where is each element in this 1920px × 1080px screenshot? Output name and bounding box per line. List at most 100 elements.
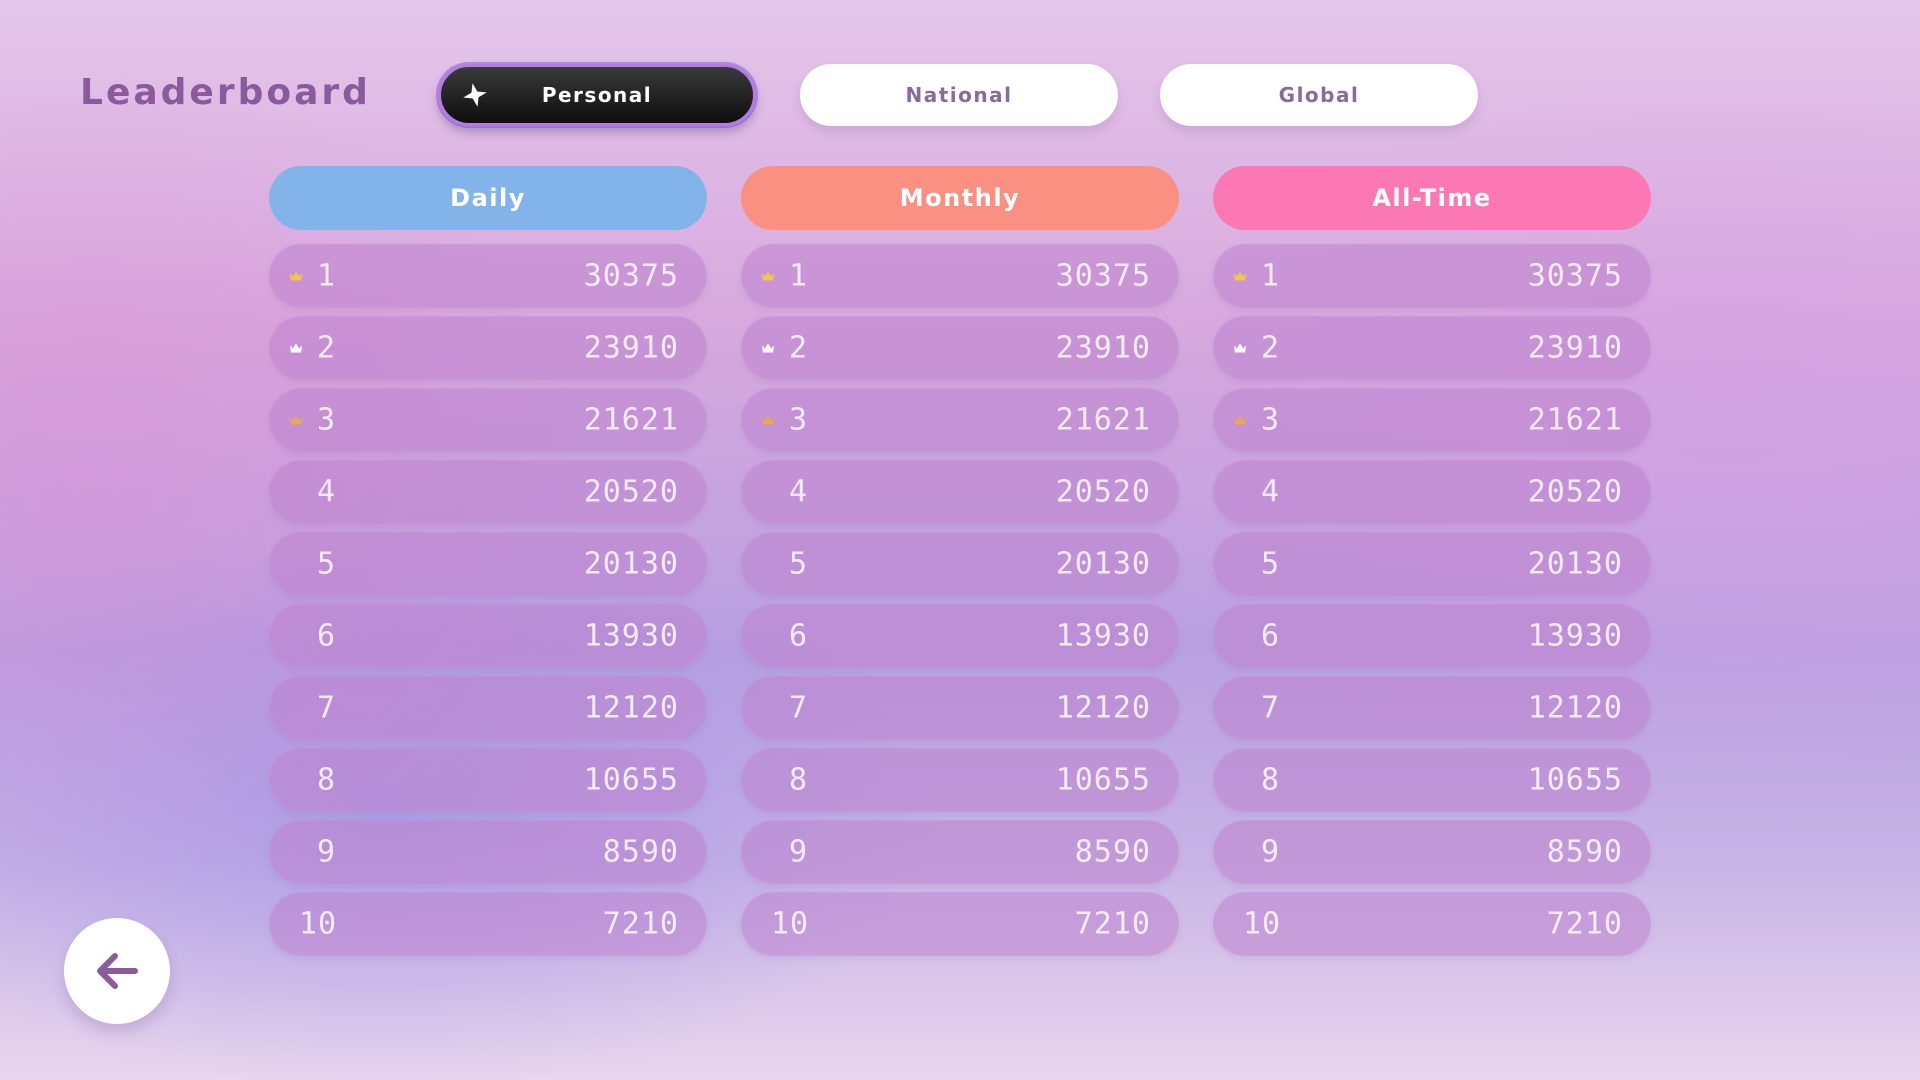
- score-value: 7210: [602, 906, 679, 942]
- score-value: 13930: [583, 618, 679, 654]
- leaderboard-row: 2 23910: [741, 316, 1179, 380]
- score-value: 23910: [1055, 330, 1151, 366]
- score-value: 12120: [1055, 690, 1151, 726]
- rank-number: 2: [789, 330, 809, 366]
- leaderboard-row: 9 8590: [269, 820, 707, 884]
- score-value: 8590: [1546, 834, 1623, 870]
- tab-global[interactable]: Global: [1160, 64, 1478, 126]
- tab-national[interactable]: National: [800, 64, 1118, 126]
- score-value: 20520: [1055, 474, 1151, 510]
- rank-number: 8: [1261, 762, 1281, 798]
- score-value: 20520: [583, 474, 679, 510]
- column-header-monthly[interactable]: Monthly: [741, 166, 1179, 230]
- leaderboard-row: 1 30375: [269, 244, 707, 308]
- score-value: 10655: [583, 762, 679, 798]
- score-value: 8590: [1074, 834, 1151, 870]
- score-value: 12120: [583, 690, 679, 726]
- crown-icon: [762, 415, 774, 425]
- crown-icon: [290, 343, 302, 353]
- score-value: 30375: [583, 258, 679, 294]
- score-value: 8590: [602, 834, 679, 870]
- column-monthly: Monthly 1 30375 2 23910 3 21621 4 20520 5 20130 6 1…: [741, 166, 1179, 964]
- column-header-all-time[interactable]: All-Time: [1213, 166, 1651, 230]
- leaderboard-row: 6 13930: [741, 604, 1179, 668]
- crown-icon: [290, 271, 302, 281]
- score-value: 7210: [1546, 906, 1623, 942]
- column-all-time: All-Time 1 30375 2 23910 3 21621 4 20520 5 20130 6…: [1213, 166, 1651, 964]
- tab-personal-label: Personal: [541, 83, 653, 107]
- rank-number: 10: [299, 906, 338, 942]
- rank-number: 5: [1261, 546, 1281, 582]
- leaderboard-row: 10 7210: [741, 892, 1179, 956]
- score-value: 21621: [1055, 402, 1151, 438]
- leaderboard-row: 1 30375: [741, 244, 1179, 308]
- leaderboard-row: 3 21621: [269, 388, 707, 452]
- leaderboard-row: 3 21621: [741, 388, 1179, 452]
- tab-national-label: National: [905, 83, 1013, 107]
- leaderboard-row: 6 13930: [269, 604, 707, 668]
- score-value: 7210: [1074, 906, 1151, 942]
- crown-icon: [1234, 271, 1246, 281]
- score-value: 20130: [1055, 546, 1151, 582]
- score-value: 20130: [583, 546, 679, 582]
- rank-number: 5: [317, 546, 337, 582]
- leaderboard-row: 5 20130: [741, 532, 1179, 596]
- leaderboard-row: 3 21621: [1213, 388, 1651, 452]
- rank-number: 4: [789, 474, 809, 510]
- leaderboard-row: 7 12120: [1213, 676, 1651, 740]
- score-value: 10655: [1527, 762, 1623, 798]
- score-value: 23910: [583, 330, 679, 366]
- crown-icon: [762, 343, 774, 353]
- rank-number: 9: [789, 834, 809, 870]
- rank-number: 3: [1261, 402, 1281, 438]
- leaderboard-list-daily: 1 30375 2 23910 3 21621 4 20520 5 20130 6 13930 7 121…: [269, 244, 707, 956]
- crown-icon: [1234, 415, 1246, 425]
- back-button[interactable]: [64, 918, 170, 1024]
- rank-number: 6: [317, 618, 337, 654]
- score-value: 23910: [1527, 330, 1623, 366]
- rank-number: 4: [1261, 474, 1281, 510]
- score-value: 21621: [583, 402, 679, 438]
- leaderboard-row: 8 10655: [269, 748, 707, 812]
- leaderboard-list-all-time: 1 30375 2 23910 3 21621 4 20520 5 20130 6 13930 7 121…: [1213, 244, 1651, 956]
- sparkle-icon: [463, 83, 487, 107]
- score-value: 30375: [1055, 258, 1151, 294]
- crown-icon: [762, 271, 774, 281]
- rank-number: 8: [317, 762, 337, 798]
- score-value: 30375: [1527, 258, 1623, 294]
- score-value: 13930: [1055, 618, 1151, 654]
- rank-number: 2: [317, 330, 337, 366]
- rank-number: 10: [771, 906, 810, 942]
- leaderboard-row: 8 10655: [1213, 748, 1651, 812]
- score-value: 20130: [1527, 546, 1623, 582]
- leaderboard-row: 5 20130: [1213, 532, 1651, 596]
- leaderboard-row: 1 30375: [1213, 244, 1651, 308]
- arrow-left-icon: [97, 953, 138, 989]
- leaderboard-row: 4 20520: [741, 460, 1179, 524]
- leaderboard-row: 8 10655: [741, 748, 1179, 812]
- score-value: 10655: [1055, 762, 1151, 798]
- rank-number: 7: [317, 690, 337, 726]
- rank-number: 7: [789, 690, 809, 726]
- leaderboard-list-monthly: 1 30375 2 23910 3 21621 4 20520 5 20130 6 13930 7 121…: [741, 244, 1179, 956]
- rank-number: 3: [789, 402, 809, 438]
- leaderboard-row: 10 7210: [1213, 892, 1651, 956]
- rank-number: 9: [317, 834, 337, 870]
- tab-personal[interactable]: Personal: [438, 64, 756, 126]
- column-daily: Daily 1 30375 2 23910 3 21621 4 20520 5 20130 6 139…: [269, 166, 707, 964]
- leaderboard-row: 4 20520: [1213, 460, 1651, 524]
- leaderboard-row: 9 8590: [1213, 820, 1651, 884]
- rank-number: 10: [1243, 906, 1282, 942]
- rank-number: 8: [789, 762, 809, 798]
- leaderboard-row: 10 7210: [269, 892, 707, 956]
- tab-global-label: Global: [1278, 83, 1360, 107]
- leaderboard-row: 6 13930: [1213, 604, 1651, 668]
- leaderboard-row: 9 8590: [741, 820, 1179, 884]
- rank-number: 2: [1261, 330, 1281, 366]
- column-header-daily[interactable]: Daily: [269, 166, 707, 230]
- leaderboard-row: 7 12120: [741, 676, 1179, 740]
- rank-number: 4: [317, 474, 337, 510]
- rank-number: 1: [317, 258, 337, 294]
- leaderboard-row: 7 12120: [269, 676, 707, 740]
- rank-number: 6: [1261, 618, 1281, 654]
